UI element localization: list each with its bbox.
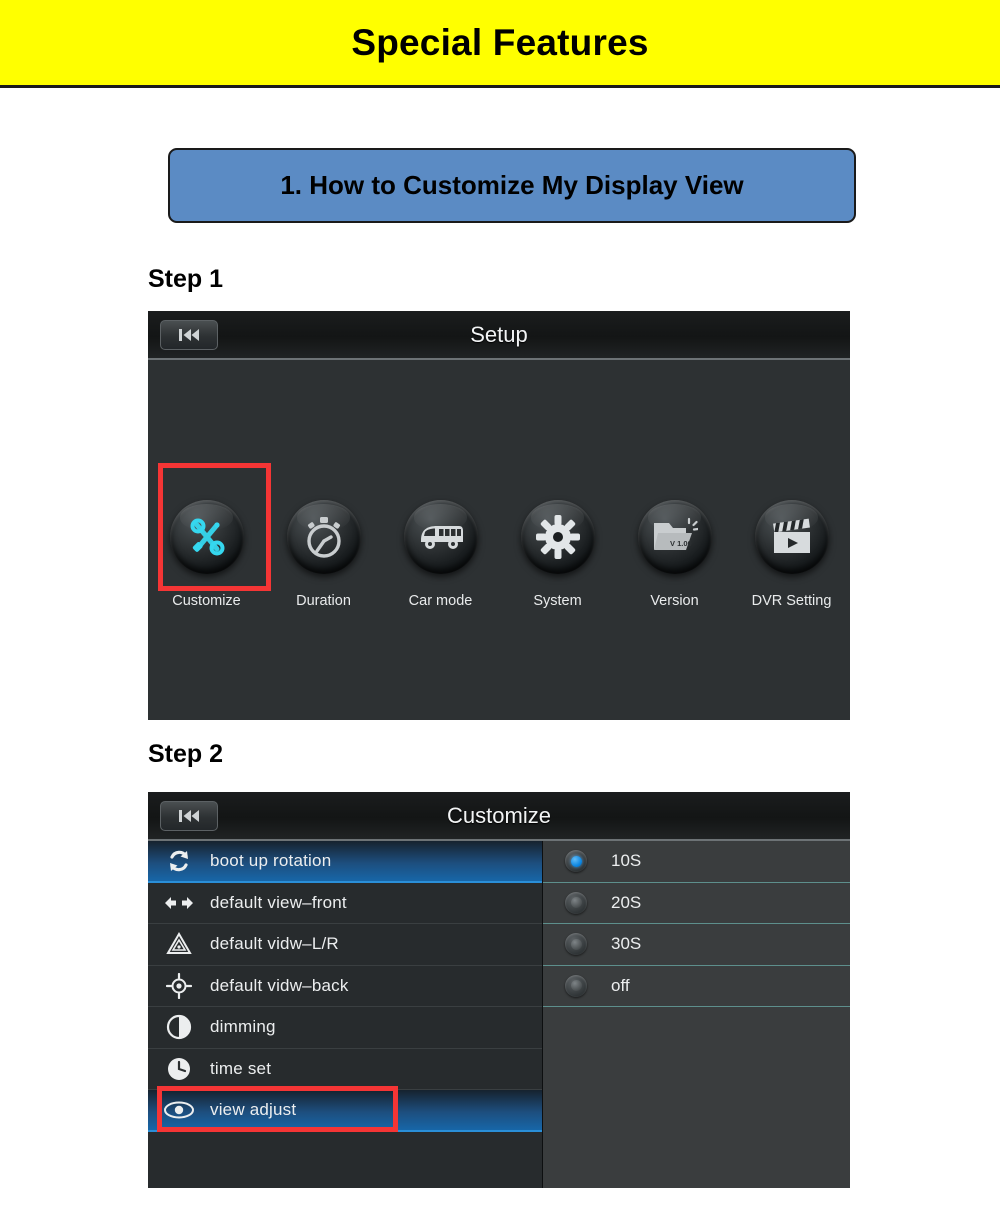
setup-title: Setup: [470, 321, 528, 347]
option-row-30s[interactable]: 30S: [543, 924, 850, 966]
page-banner: Special Features: [0, 0, 1000, 88]
bus-icon: [417, 520, 465, 554]
radio-button-30s[interactable]: [565, 933, 587, 956]
tools-icon: [184, 514, 230, 560]
page-title: Special Features: [351, 21, 649, 63]
option-row-10s[interactable]: 10S: [543, 841, 850, 883]
option-label: 30S: [611, 934, 642, 954]
setup-body: Customize Duration Car mode System V 1.0…: [148, 360, 850, 718]
setup-item-customize[interactable]: Customize: [148, 500, 265, 609]
radio-button-10s[interactable]: [565, 850, 587, 873]
orb-version: V 1.00: [637, 500, 712, 574]
setup-item-label: System: [533, 593, 582, 609]
option-label: off: [611, 975, 630, 995]
orb-duration: [286, 500, 361, 574]
menu-item-default-vidw-lr[interactable]: default vidw–L/R: [148, 924, 542, 966]
setup-item-system[interactable]: System: [499, 500, 616, 609]
menu-item-dimming[interactable]: dimming: [148, 1007, 542, 1049]
section-heading-button[interactable]: 1. How to Customize My Display View: [168, 148, 856, 223]
setup-titlebar: Setup: [148, 311, 850, 360]
orb-customize: [169, 500, 244, 574]
menu-item-label: view adjust: [210, 1099, 297, 1119]
menu-item-label: default vidw–back: [210, 975, 349, 995]
menu-item-default-vidw-back[interactable]: default vidw–back: [148, 966, 542, 1007]
setup-screen: Setup Customize Duration Car mode System…: [148, 311, 850, 720]
gear-icon: [535, 515, 580, 559]
crosshair-icon: [148, 972, 210, 999]
section-heading-label: 1. How to Customize My Display View: [280, 170, 744, 200]
clapperboard-icon: [769, 517, 815, 557]
customize-body: boot up rotation default view–front defa…: [148, 841, 850, 1188]
menu-item-label: time set: [210, 1058, 272, 1078]
menu-item-view-adjust[interactable]: view adjust: [148, 1090, 542, 1132]
setup-item-car-mode[interactable]: Car mode: [382, 500, 499, 609]
menu-item-time-set[interactable]: time set: [148, 1049, 542, 1090]
customize-menu-list: boot up rotation default view–front defa…: [148, 841, 543, 1188]
skip-to-start-icon: [177, 808, 201, 824]
setup-item-dvr-setting[interactable]: DVR Setting: [733, 500, 850, 609]
option-label: 10S: [611, 851, 642, 871]
menu-item-label: default vidw–L/R: [210, 934, 339, 954]
setup-item-label: DVR Setting: [751, 593, 832, 609]
setup-item-label: Duration: [296, 593, 351, 609]
menu-item-default-view-front[interactable]: default view–front: [148, 883, 542, 924]
eye-icon: [148, 1100, 210, 1120]
radio-button-20s[interactable]: [565, 891, 587, 914]
step-2-label: Step 2: [148, 740, 224, 768]
clock-icon: [148, 1056, 210, 1082]
back-button[interactable]: [160, 320, 218, 350]
warning-triangle-icon: [148, 932, 210, 956]
option-row-off[interactable]: off: [543, 966, 850, 1007]
back-button[interactable]: [160, 801, 218, 831]
menu-item-label: boot up rotation: [210, 850, 332, 870]
version-badge-text: V 1.00: [670, 539, 692, 548]
skip-to-start-icon: [177, 327, 201, 343]
setup-icon-grid: Customize Duration Car mode System V 1.0…: [148, 500, 850, 609]
rotate-icon: [148, 848, 210, 874]
setup-item-duration[interactable]: Duration: [265, 500, 382, 609]
contrast-icon: [148, 1014, 210, 1040]
setup-item-version[interactable]: V 1.00 Version: [616, 500, 733, 609]
customize-title: Customize: [447, 802, 551, 828]
customize-titlebar: Customize: [148, 792, 850, 841]
orb-car-mode: [403, 500, 478, 574]
option-row-20s[interactable]: 20S: [543, 883, 850, 924]
setup-item-label: Customize: [172, 593, 241, 609]
step-1-label: Step 1: [148, 265, 224, 293]
menu-item-boot-up-rotation[interactable]: boot up rotation: [148, 841, 542, 883]
orb-dvr-setting: [754, 500, 829, 574]
orb-system: [520, 500, 595, 574]
radio-button-off[interactable]: [565, 974, 587, 997]
option-label: 20S: [611, 892, 642, 912]
menu-item-label: dimming: [210, 1017, 276, 1037]
menu-item-label: default view–front: [210, 892, 347, 912]
setup-item-label: Version: [650, 593, 699, 609]
stopwatch-icon: [302, 515, 346, 559]
folder-version-icon: V 1.00: [652, 517, 698, 557]
left-right-arrows-icon: [148, 894, 210, 912]
customize-screen: Customize boot up rotation default view–…: [148, 792, 850, 1188]
setup-item-label: Car mode: [408, 593, 473, 609]
customize-options-panel: 10S 20S 30S off: [543, 841, 850, 1188]
